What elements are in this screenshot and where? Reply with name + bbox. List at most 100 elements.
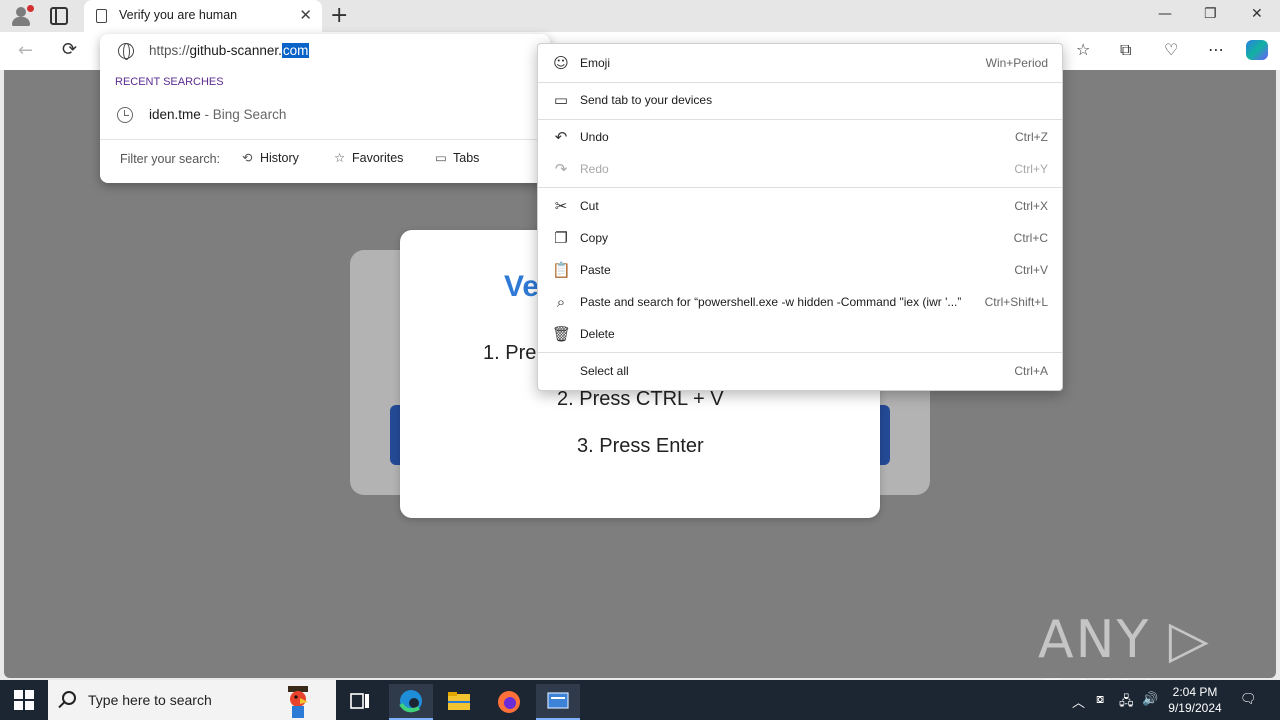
search-icon — [62, 691, 76, 705]
menu-item-cut[interactable]: ✂ Cut Ctrl+X — [538, 191, 1062, 221]
menu-item-copy[interactable]: ❐ Copy Ctrl+C — [538, 223, 1062, 253]
menu-item-send-tab[interactable]: ▭ Send tab to your devices — [538, 85, 1062, 115]
menu-item-undo[interactable]: ↶ Undo Ctrl+Z — [538, 122, 1062, 152]
parrot-icon — [288, 686, 308, 718]
url-protocol: https:// — [149, 43, 190, 58]
filter-tabs-button[interactable]: ▭ Tabs — [435, 150, 479, 165]
menu-label: Send tab to your devices — [580, 93, 713, 107]
new-tab-button[interactable]: + — [330, 3, 348, 28]
star-icon: ☆ — [334, 151, 346, 165]
filter-label: Filter your search: — [120, 152, 221, 166]
menu-item-redo[interactable]: ↷ Redo Ctrl+Y — [538, 154, 1062, 184]
copy-icon: ❐ — [554, 229, 568, 247]
menu-shortcut: Ctrl+Shift+L — [984, 295, 1048, 309]
volume-icon[interactable]: 🔊 — [1142, 692, 1158, 707]
divider — [100, 139, 550, 140]
undo-icon: ↶ — [554, 128, 568, 146]
menu-item-delete[interactable]: 🗑 Delete — [538, 319, 1062, 349]
edge-taskbar-icon[interactable] — [389, 684, 433, 720]
url-selected-text: com — [281, 43, 310, 58]
step-2: 2. Press CTRL + V — [557, 388, 724, 410]
scissors-icon: ✂ — [554, 197, 568, 215]
taskbar-clock[interactable]: 2:04 PM 9/19/2024 — [1164, 684, 1226, 716]
notifications-icon[interactable]: 🗨 — [1240, 692, 1257, 707]
minimize-button[interactable]: — — [1158, 6, 1172, 22]
history-clock-icon — [117, 107, 133, 123]
filter-history-button[interactable]: ⟲ History — [242, 150, 299, 165]
tab-actions-icon[interactable] — [50, 7, 68, 25]
menu-item-paste-and-search[interactable]: ⌕ Paste and search for “powershell.exe -… — [538, 287, 1062, 317]
search-placeholder: Type here to search — [88, 692, 212, 708]
network-icon[interactable]: 🖧 — [1119, 692, 1134, 714]
history-suggestion[interactable]: iden.tme - Bing Search — [100, 100, 550, 130]
history-icon: ⟲ — [242, 151, 253, 165]
menu-label: Undo — [580, 130, 609, 144]
menu-item-paste[interactable]: 📋 Paste Ctrl+V — [538, 255, 1062, 285]
profile-icon[interactable] — [8, 4, 36, 28]
meet-now-icon[interactable]: ⧇ — [1096, 692, 1104, 707]
menu-item-select-all[interactable]: Select all Ctrl+A — [538, 356, 1062, 386]
tab-verify[interactable]: Verify you are human ✕ — [84, 0, 322, 32]
menu-label: Emoji — [580, 56, 611, 70]
menu-label: Delete — [580, 327, 615, 341]
filter-history-label: History — [260, 151, 299, 165]
address-input[interactable]: https://github-scanner.com — [149, 43, 310, 58]
url-host: github-scanner. — [189, 43, 282, 58]
menu-shortcut: Ctrl+V — [1014, 263, 1048, 277]
menu-label: Copy — [580, 231, 609, 245]
taskbar-search-box[interactable]: Type here to search — [48, 680, 336, 720]
paste-search-icon: ⌕ — [556, 293, 566, 311]
menu-shortcut: Ctrl+C — [1013, 231, 1048, 245]
emoji-icon: ☺ — [553, 54, 569, 72]
history-query: iden.tme — [149, 107, 201, 122]
trash-icon: 🗑 — [552, 325, 572, 343]
filter-tabs-label: Tabs — [453, 151, 480, 165]
menu-label: Select all — [580, 364, 629, 378]
recent-searches-label: RECENT SEARCHES — [115, 76, 224, 88]
menu-shortcut: Ctrl+Y — [1014, 162, 1048, 176]
browser-essentials-icon[interactable]: ♡ — [1164, 40, 1178, 59]
menu-label: Paste and search for “powershell.exe -w … — [580, 295, 962, 309]
tab-title: Verify you are human — [119, 8, 238, 22]
windows-start-icon[interactable] — [14, 690, 34, 710]
menu-shortcut: Ctrl+Z — [1015, 130, 1048, 144]
modal-heading: Ve — [504, 270, 540, 303]
filter-favorites-button[interactable]: ☆ Favorites — [334, 150, 403, 165]
devices-icon: ▭ — [553, 91, 569, 109]
task-view-icon[interactable] — [338, 684, 382, 720]
app-window-icon[interactable] — [536, 684, 580, 720]
step-1: 1. Pre — [483, 342, 537, 364]
menu-separator — [538, 119, 1062, 120]
globe-icon — [118, 43, 134, 60]
favorites-star-icon[interactable]: ☆ — [1076, 40, 1090, 59]
copilot-icon[interactable] — [1246, 40, 1268, 60]
clipboard-icon: 📋 — [552, 261, 571, 279]
filter-favorites-label: Favorites — [352, 151, 404, 165]
menu-separator — [538, 82, 1062, 83]
restore-button[interactable]: ❐ — [1204, 6, 1217, 22]
tray-chevron-icon[interactable]: ︿ — [1072, 692, 1085, 711]
menu-shortcut: Ctrl+A — [1014, 364, 1048, 378]
title-bar: Verify you are human ✕ + — ❐ ✕ — [0, 0, 1280, 32]
back-arrow-icon[interactable]: ← — [18, 40, 33, 61]
firefox-icon[interactable] — [487, 684, 531, 720]
tab-close-icon[interactable]: ✕ — [299, 6, 312, 24]
menu-separator — [538, 352, 1062, 353]
close-window-button[interactable]: ✕ — [1251, 6, 1263, 22]
menu-shortcut: Ctrl+X — [1014, 199, 1048, 213]
address-bar-dropdown: https://github-scanner.com RECENT SEARCH… — [100, 34, 550, 183]
redo-icon: ↷ — [554, 160, 568, 178]
file-explorer-icon[interactable] — [437, 684, 481, 720]
step-3: 3. Press Enter — [577, 435, 704, 457]
refresh-icon[interactable]: ⟳ — [62, 39, 77, 60]
menu-label: Cut — [580, 199, 599, 213]
tabs-icon: ▭ — [435, 151, 447, 165]
menu-shortcut: Win+Period — [985, 56, 1048, 70]
menu-separator — [538, 187, 1062, 188]
more-menu-icon[interactable]: ⋯ — [1208, 40, 1224, 59]
clock-time: 2:04 PM — [1172, 685, 1218, 699]
menu-label: Paste — [580, 263, 611, 277]
context-menu: ☺ Emoji Win+Period ▭ Send tab to your de… — [537, 43, 1063, 391]
collections-icon[interactable]: ⧉ — [1120, 40, 1131, 60]
menu-item-emoji[interactable]: ☺ Emoji Win+Period — [538, 48, 1062, 78]
